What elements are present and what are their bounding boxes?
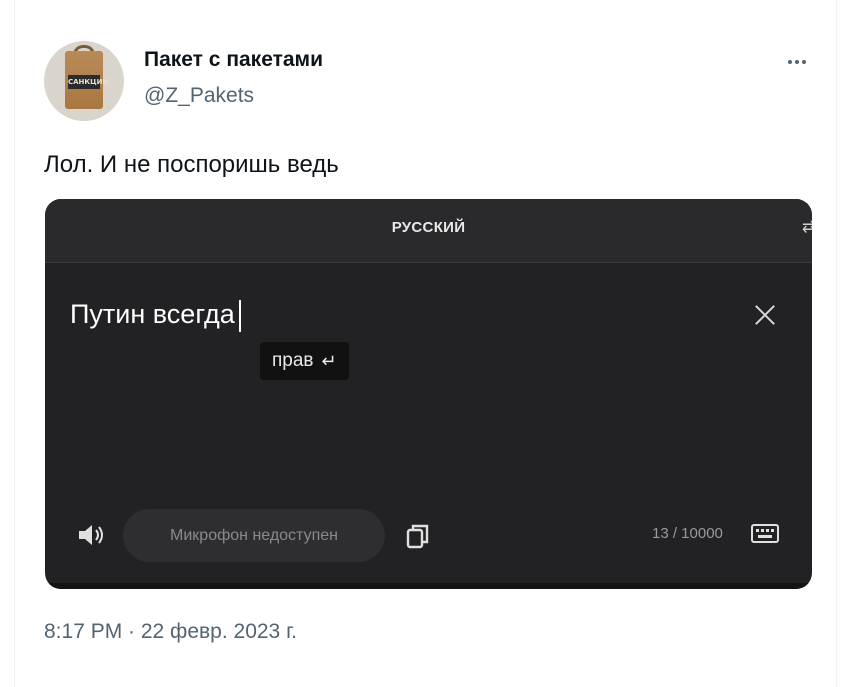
tweet-timestamp[interactable]: 8:17 PM · 22 февр. 2023 г. bbox=[44, 620, 297, 644]
translator-input: Путин всегда bbox=[70, 299, 241, 332]
swap-icon: ⇄ bbox=[802, 219, 812, 236]
suggestion-text: прав bbox=[272, 350, 314, 371]
more-icon[interactable] bbox=[782, 50, 812, 74]
media-bottom-edge bbox=[45, 583, 812, 589]
language-label: РУССКИЙ bbox=[391, 219, 466, 236]
close-icon bbox=[752, 302, 778, 328]
speaker-icon bbox=[79, 525, 103, 545]
copy-icon bbox=[406, 524, 429, 549]
microphone-button: Микрофон недоступен bbox=[123, 509, 385, 562]
character-counter: 13 / 10000 bbox=[652, 525, 723, 542]
bag-label-graphic: САНКЦИИ bbox=[68, 75, 108, 89]
user-handle[interactable]: @Z_Pakets bbox=[144, 84, 254, 108]
tweet-text: Лол. И не поспоришь ведь bbox=[44, 151, 339, 178]
autocomplete-suggestion: прав ↵ bbox=[260, 342, 349, 380]
enter-icon: ↵ bbox=[321, 351, 337, 371]
keyboard-icon bbox=[751, 524, 779, 543]
text-caret bbox=[238, 299, 241, 332]
timeline-left-border bbox=[14, 0, 15, 687]
translator-header: РУССКИЙ ⇄ bbox=[45, 199, 812, 263]
display-name[interactable]: Пакет с пакетами bbox=[144, 48, 323, 72]
input-text-value: Путин всегда bbox=[70, 299, 235, 329]
avatar[interactable]: САНКЦИИ bbox=[44, 41, 124, 121]
timeline-right-border bbox=[836, 0, 837, 687]
media-image[interactable]: РУССКИЙ ⇄ Путин всегда прав ↵ Микрофон н… bbox=[45, 199, 812, 589]
